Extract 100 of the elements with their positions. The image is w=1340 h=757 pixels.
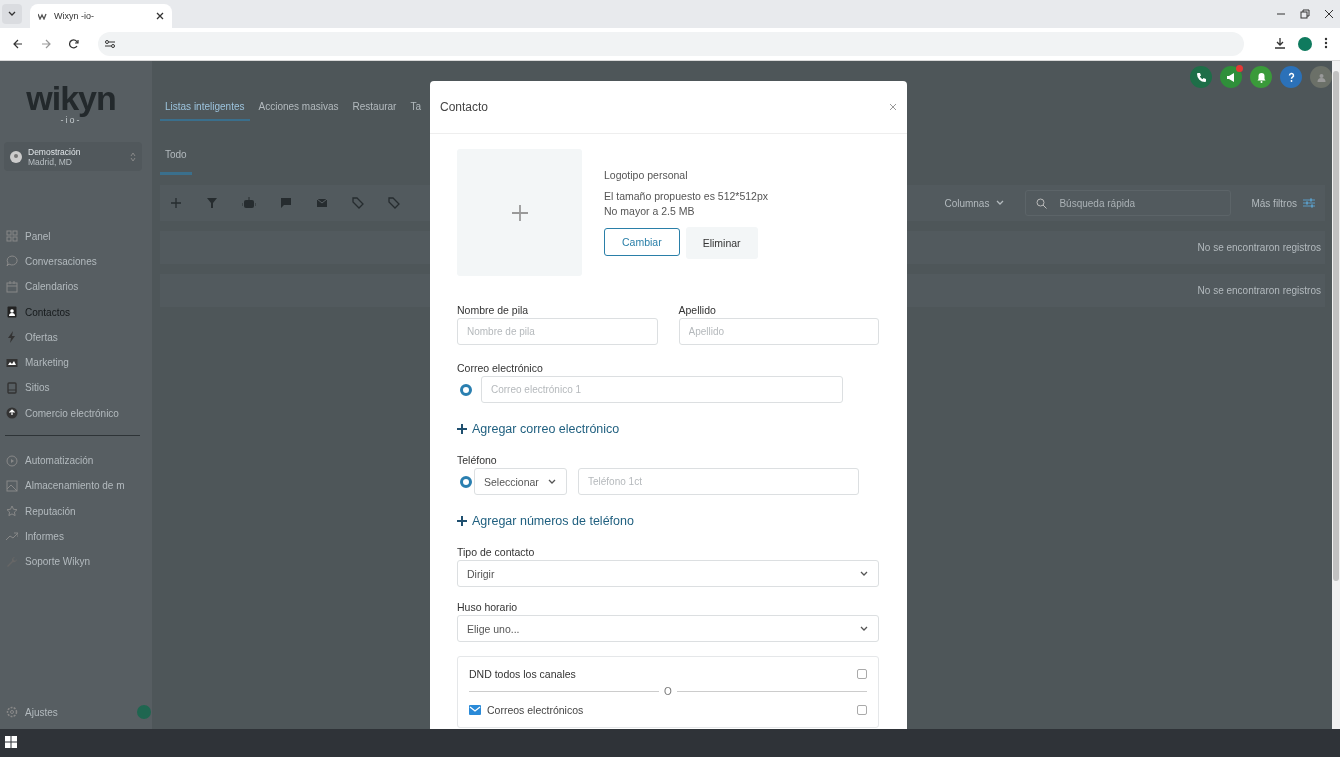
grid-icon (6, 230, 18, 243)
radio-button[interactable] (460, 383, 472, 396)
sidebar-item[interactable]: Ofertas (6, 328, 146, 347)
text-field[interactable]: Nombre de pila (457, 318, 658, 345)
sidebar-item[interactable]: Automatización (6, 451, 146, 470)
nav-tab[interactable]: Acciones masivas (253, 93, 344, 121)
checkbox[interactable] (857, 668, 867, 679)
empty-message: No se encontraron registros (1197, 242, 1321, 253)
text-field[interactable]: Teléfono 1ct (578, 468, 859, 495)
back-arrow-icon (13, 39, 23, 49)
browser-tab[interactable]: Wixyn -io- (30, 4, 172, 28)
account-switcher[interactable]: Demostración Madrid, MD (4, 142, 142, 171)
tag-icon (388, 197, 400, 209)
more-filters-button[interactable]: Más filtros (1251, 197, 1315, 209)
sidebar-item[interactable]: Informes (6, 527, 146, 546)
phone-button[interactable] (1190, 66, 1212, 88)
option-label: Correos electrónicos (487, 703, 584, 716)
country-code-select[interactable]: Seleccionar (474, 468, 567, 495)
restore-icon (1300, 9, 1310, 19)
sliders-icon (1303, 198, 1315, 208)
sidebar-item[interactable]: Panel (6, 227, 146, 246)
sidebar-item[interactable]: Sitios (6, 378, 146, 398)
columns-dropdown[interactable]: Columnas (944, 197, 1006, 209)
field-label: Correo electrónico (457, 362, 544, 374)
help-button[interactable] (1280, 66, 1302, 88)
empty-message: No se encontraron registros (1197, 285, 1321, 296)
close-button[interactable] (889, 101, 897, 113)
field-label: Teléfono (457, 454, 498, 466)
change-button[interactable]: Cambiar (604, 228, 680, 256)
sidebar-item[interactable]: Conversaciones (6, 252, 146, 271)
add-icon (170, 197, 182, 209)
user-icon (10, 150, 22, 163)
mail-icon (316, 198, 328, 208)
megaphone-button[interactable] (1220, 66, 1242, 88)
logo: wikyn -io- (26, 81, 116, 125)
contact-card-icon (6, 306, 18, 319)
logo-title: Logotipo personal (604, 169, 689, 181)
sidebar-toggle-button[interactable] (137, 705, 151, 719)
gear-icon (6, 706, 18, 718)
radio-button[interactable] (460, 475, 472, 488)
avatar[interactable] (1310, 66, 1332, 88)
screen-icon (6, 356, 18, 369)
text-field[interactable]: Correo electrónico 1 (481, 376, 843, 403)
sidebar-item[interactable]: Almacenamiento de m (6, 476, 146, 495)
sidebar-item[interactable]: Contactos (6, 302, 146, 322)
message-icon (280, 197, 292, 209)
close-icon (1324, 9, 1334, 19)
field-label: Nombre de pila (457, 304, 530, 316)
checkbox[interactable] (857, 704, 867, 715)
plus-icon (457, 516, 467, 526)
contact-type-select[interactable]: Dirigir (457, 560, 879, 587)
logo-hint: No mayor a 2.5 MB (604, 204, 696, 219)
star-icon (6, 505, 18, 518)
calendar-icon (6, 280, 18, 293)
mail-icon (469, 704, 481, 715)
plus-icon (510, 203, 529, 222)
option-label: DND todos los canales (469, 667, 576, 680)
close-icon (156, 12, 164, 20)
sidebar-item[interactable]: Calendarios (6, 277, 146, 296)
nav-tab[interactable]: Restaurar (347, 93, 402, 121)
sidebar-item[interactable]: Soporte Wikyn (6, 552, 146, 571)
download-icon (1274, 37, 1286, 49)
account-name: Demostración (28, 146, 82, 157)
add-phone-link[interactable]: Agregar números de teléfono (457, 513, 879, 529)
book-icon (6, 381, 18, 394)
settings-link[interactable]: Ajustes (25, 706, 58, 718)
nav-tab[interactable]: Listas inteligentes (160, 93, 250, 121)
filter-tab[interactable]: Todo (160, 137, 192, 175)
site-logo-icon (38, 12, 48, 20)
add-email-link[interactable]: Agregar correo electrónico (457, 421, 879, 437)
forward-arrow-icon (41, 39, 51, 49)
upload-circle-icon (6, 407, 18, 420)
close-icon (889, 103, 897, 111)
field-label: Apellido (678, 304, 717, 316)
nav-tab[interactable]: Ta (405, 93, 426, 121)
text-field[interactable]: Apellido (678, 318, 879, 345)
tab-list-button[interactable] (2, 4, 22, 24)
profile-avatar[interactable] (1298, 37, 1312, 51)
modal-title: Contacto (440, 100, 489, 114)
tag-icon (352, 197, 364, 209)
lightning-icon (6, 331, 18, 344)
plus-icon (457, 424, 467, 434)
delete-button[interactable]: Eliminar (685, 227, 758, 259)
notification-dot (1236, 65, 1243, 72)
separator-text: O (664, 686, 672, 697)
sidebar-item[interactable]: Reputación (6, 501, 146, 521)
play-circle-icon (6, 454, 18, 467)
bell-button[interactable] (1250, 66, 1272, 88)
field-label: Tipo de contacto (457, 546, 536, 558)
site-settings-icon (104, 39, 116, 49)
robot-icon (242, 197, 256, 209)
search-field[interactable]: Búsqueda rápida (1025, 190, 1232, 216)
scrollbar[interactable] (1333, 71, 1339, 581)
sidebar-item[interactable]: Comercio electrónico (6, 404, 146, 423)
account-location: Madrid, MD (28, 156, 73, 167)
trend-line-icon (6, 530, 18, 543)
chat-bubble-icon (6, 255, 18, 268)
timezone-select[interactable]: Elige uno... (457, 615, 879, 642)
sidebar-item[interactable]: Marketing (6, 353, 146, 372)
logo-hint: El tamaño propuesto es 512*512px (604, 189, 769, 204)
